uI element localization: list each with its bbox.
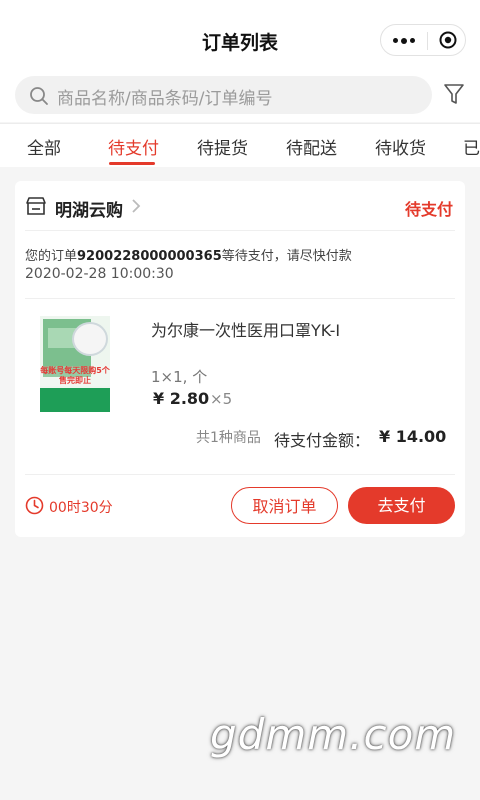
cancel-order-button[interactable]: 取消订单 bbox=[231, 487, 338, 524]
search-bar: 商品名称/商品条码/订单编号 bbox=[0, 70, 480, 122]
product-quantity: ×5 bbox=[210, 390, 233, 408]
divider bbox=[25, 230, 455, 231]
close-target-icon[interactable] bbox=[439, 31, 457, 49]
order-notice: 您的订单9200228000000365等待支付，请尽快付款 bbox=[25, 245, 352, 264]
order-status: 待支付 bbox=[404, 200, 453, 219]
product-banner bbox=[40, 388, 110, 412]
divider bbox=[25, 298, 455, 299]
order-number: 9200228000000365 bbox=[77, 249, 222, 264]
watermark: gdmm.com bbox=[210, 710, 457, 759]
amount-label: 待支付金额： bbox=[274, 431, 371, 450]
tab-pending-payment[interactable]: 待支付 bbox=[108, 134, 159, 159]
chevron-right-icon bbox=[132, 199, 141, 213]
store-name[interactable]: 明湖云购 bbox=[55, 196, 123, 221]
tab-completed[interactable]: 已 bbox=[463, 134, 480, 159]
purchase-limit-text: 每账号每天限购5个 售完即止 bbox=[40, 366, 110, 386]
item-count: 共1种商品 bbox=[196, 430, 261, 446]
mini-program-capsule bbox=[380, 24, 466, 56]
tab-pending-receipt[interactable]: 待收货 bbox=[375, 134, 426, 159]
divider bbox=[25, 474, 455, 475]
tab-all[interactable]: 全部 bbox=[27, 134, 61, 159]
tab-pending-pickup[interactable]: 待提货 bbox=[197, 134, 248, 159]
nav-bar: 订单列表 bbox=[0, 0, 480, 80]
product-price: ¥ 2.80 bbox=[153, 389, 210, 408]
notice-suffix: 等待支付，请尽快付款 bbox=[221, 249, 352, 264]
filter-icon[interactable] bbox=[443, 82, 465, 106]
capsule-divider bbox=[427, 32, 428, 50]
clock-icon bbox=[25, 496, 44, 515]
order-status-tabs: 全部 待支付 待提货 待配送 待收货 已 bbox=[0, 123, 480, 167]
store-icon bbox=[26, 197, 46, 215]
search-placeholder: 商品名称/商品条码/订单编号 bbox=[57, 89, 273, 109]
mask-illustration bbox=[72, 322, 108, 356]
more-icon[interactable] bbox=[393, 37, 415, 44]
notice-prefix: 您的订单 bbox=[25, 249, 78, 264]
search-input[interactable]: 商品名称/商品条码/订单编号 bbox=[15, 76, 432, 114]
search-icon bbox=[30, 87, 48, 105]
product-name[interactable]: 为尔康一次性医用口罩YK-I bbox=[151, 317, 340, 341]
product-image[interactable]: 每账号每天限购5个 售完即止 bbox=[40, 316, 110, 412]
payment-countdown: 00时30分 bbox=[49, 500, 113, 516]
tab-pending-delivery[interactable]: 待配送 bbox=[286, 134, 337, 159]
product-spec: 1×1, 个 bbox=[151, 368, 208, 386]
amount-due: ¥ 14.00 bbox=[379, 427, 447, 446]
pay-button[interactable]: 去支付 bbox=[348, 487, 455, 524]
active-tab-indicator bbox=[109, 162, 155, 165]
order-card[interactable]: 明湖云购 待支付 您的订单9200228000000365等待支付，请尽快付款 … bbox=[15, 181, 465, 537]
order-time: 2020-02-28 10:00:30 bbox=[25, 266, 174, 282]
